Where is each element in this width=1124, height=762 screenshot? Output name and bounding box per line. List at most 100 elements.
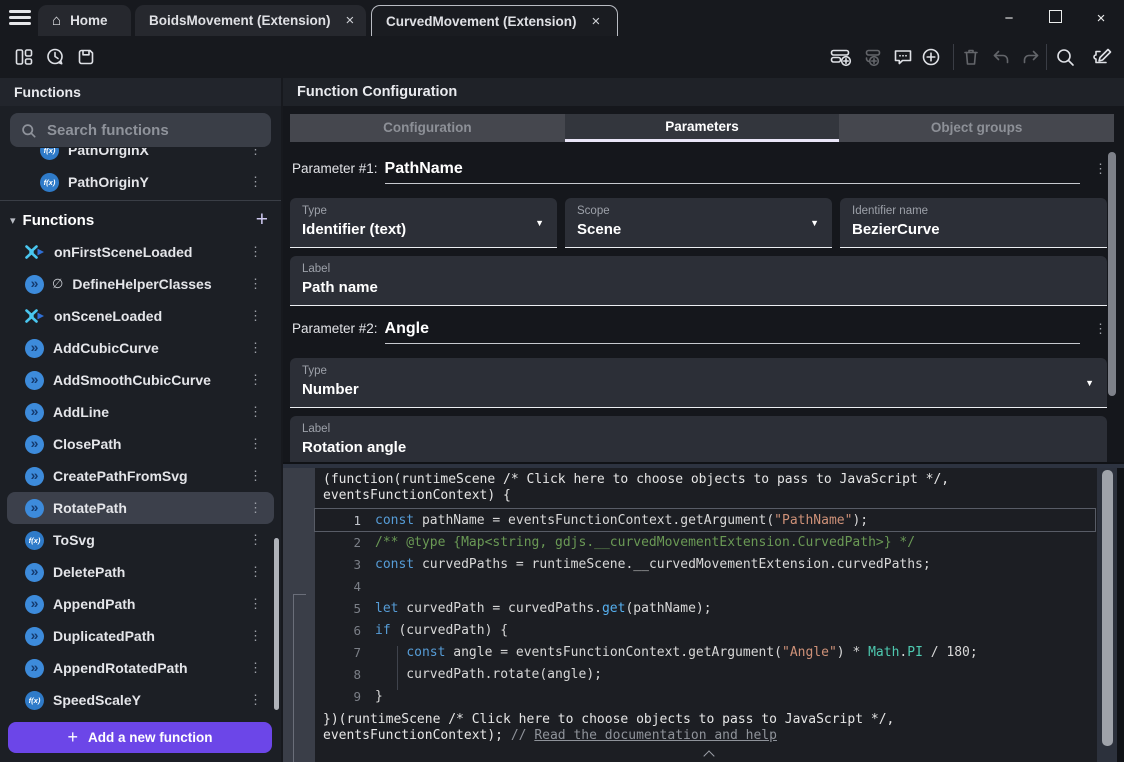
code-line-7[interactable]: 7 const angle = eventsFunctionContext.ge… — [315, 641, 1095, 663]
sidebar-item-ToSvg[interactable]: f(x)ToSvg⋮ — [7, 524, 274, 556]
code-scrollbar-thumb[interactable] — [1102, 470, 1113, 746]
search-icon[interactable] — [1054, 46, 1076, 68]
item-menu-icon[interactable]: ⋮ — [249, 692, 262, 708]
item-menu-icon[interactable]: ⋮ — [249, 500, 262, 516]
item-menu-icon[interactable]: ⋮ — [249, 340, 262, 356]
item-menu-icon[interactable]: ⋮ — [249, 404, 262, 420]
tab-object-groups[interactable]: Object groups — [839, 114, 1114, 142]
add-function-icon[interactable]: + — [256, 208, 268, 232]
action-function-icon: » — [25, 371, 44, 390]
sidebar-item-AddCubicCurve[interactable]: »AddCubicCurve⋮ — [7, 332, 274, 364]
tab-boidsmovement-extension[interactable]: BoidsMovement (Extension) × — [135, 5, 366, 36]
save-icon[interactable] — [75, 46, 97, 68]
search-functions-input[interactable] — [45, 121, 261, 140]
parameter-name-field[interactable]: PathName — [385, 160, 1080, 184]
expand-code-handle[interactable] — [704, 750, 714, 760]
documentation-link[interactable]: Read the documentation and help — [534, 728, 777, 743]
type-select[interactable]: Type Number ▼ — [290, 358, 1107, 408]
close-window-button[interactable]: × — [1078, 10, 1124, 27]
sidebar-item-DuplicatedPath[interactable]: »DuplicatedPath⋮ — [7, 620, 274, 652]
delete-icon[interactable] — [960, 46, 982, 68]
code-header-wrapper[interactable]: (function(runtimeScene /* Click here to … — [315, 468, 1117, 504]
item-menu-icon[interactable]: ⋮ — [249, 628, 262, 644]
scope-select[interactable]: Scope Scene ▼ — [565, 198, 832, 248]
field-value: Scene — [577, 221, 820, 238]
field-value: Number — [302, 381, 1095, 398]
code-body[interactable]: (function(runtimeScene /* Click here to … — [315, 468, 1117, 762]
maximize-button[interactable] — [1032, 10, 1078, 27]
parameters-scrollbar[interactable] — [1108, 152, 1116, 396]
code-line-3[interactable]: 3const curvedPaths = runtimeScene.__curv… — [315, 553, 1095, 575]
item-menu-icon[interactable]: ⋮ — [249, 308, 262, 324]
open-project-manager-icon[interactable] — [13, 46, 35, 68]
item-menu-icon[interactable]: ⋮ — [249, 564, 262, 580]
event-drag-handle[interactable] — [283, 468, 315, 762]
parameter-name-field[interactable]: Angle — [385, 320, 1080, 344]
redo-icon[interactable] — [1020, 46, 1042, 68]
edit-extension-icon[interactable] — [1090, 46, 1112, 68]
sidebar-item-AddLine[interactable]: »AddLine⋮ — [7, 396, 274, 428]
close-tab-icon[interactable]: × — [346, 12, 355, 29]
code-line-9[interactable]: 9} — [315, 685, 1095, 707]
choose-event-icon[interactable] — [920, 46, 942, 68]
sidebar-item-AddSmoothCubicCurve[interactable]: » AddSmoothCubicCurve ⋮ — [7, 364, 274, 396]
item-menu-icon[interactable]: ⋮ — [249, 468, 262, 484]
main-menu-icon[interactable] — [9, 10, 31, 26]
code-line-5[interactable]: 5let curvedPath = curvedPaths.get(pathNa… — [315, 597, 1095, 619]
item-menu-icon[interactable]: ⋮ — [249, 276, 262, 292]
tab-curvedmovement-extension[interactable]: CurvedMovement (Extension) × — [371, 5, 618, 36]
sidebar-item-onSceneLoaded[interactable]: onSceneLoaded⋮ — [7, 300, 274, 332]
add-event-icon[interactable] — [829, 46, 851, 68]
sidebar-item-PathOriginX[interactable]: f(x)PathOriginX⋮ — [7, 148, 274, 166]
divider — [1046, 44, 1047, 70]
code-line-1[interactable]: 1const pathName = eventsFunctionContext.… — [315, 509, 1095, 531]
collapse-caret-icon[interactable]: ▾ — [10, 214, 16, 227]
type-select[interactable]: Type Identifier (text) ▼ — [290, 198, 557, 248]
sidebar-item-AppendRotatedPath[interactable]: »AppendRotatedPath⋮ — [7, 652, 274, 684]
code-footer-wrapper[interactable]: })(runtimeScene /* Click here to choose … — [315, 712, 1117, 744]
sidebar-item-AppendPath[interactable]: »AppendPath⋮ — [7, 588, 274, 620]
add-function-button[interactable]: + Add a new function — [8, 722, 272, 753]
function-name: AddSmoothCubicCurve — [53, 372, 211, 388]
sidebar-item-ClosePath[interactable]: »ClosePath⋮ — [7, 428, 274, 460]
add-subevent-icon[interactable] — [862, 46, 884, 68]
sidebar-item-PathOriginY[interactable]: f(x)PathOriginY⋮ — [7, 166, 274, 198]
code-line-8[interactable]: 8 curvedPath.rotate(angle); — [315, 663, 1095, 685]
item-menu-icon[interactable]: ⋮ — [249, 244, 262, 260]
item-menu-icon[interactable]: ⋮ — [249, 174, 262, 190]
sidebar-item-CreatePathFromSvg[interactable]: »CreatePathFromSvg⋮ — [7, 460, 274, 492]
sidebar-scrollbar[interactable] — [274, 538, 279, 710]
tab-home[interactable]: ⌂ Home — [38, 5, 131, 36]
item-menu-icon[interactable]: ⋮ — [249, 372, 262, 388]
identifier-name-input[interactable]: Identifier name BezierCurve — [840, 198, 1107, 248]
code-scrollbar-track[interactable] — [1097, 468, 1117, 762]
close-tab-icon[interactable]: × — [592, 13, 601, 30]
code-line-6[interactable]: 6if (curvedPath) { — [315, 619, 1095, 641]
add-comment-icon[interactable] — [892, 46, 914, 68]
label-input[interactable]: Label Rotation angle — [290, 416, 1107, 466]
tab-configuration[interactable]: Configuration — [290, 114, 565, 142]
code-line-2[interactable]: 2/** @type {Map<string, gdjs.__curvedMov… — [315, 531, 1095, 553]
undo-icon[interactable] — [990, 46, 1012, 68]
item-menu-icon[interactable]: ⋮ — [249, 660, 262, 676]
version-history-icon[interactable] — [44, 46, 66, 68]
parameter-menu-icon[interactable]: ⋮ — [1094, 321, 1107, 337]
sidebar-item-DefineHelperClasses[interactable]: »∅DefineHelperClasses⋮ — [7, 268, 274, 300]
sidebar-item-SpeedScaleY[interactable]: f(x)SpeedScaleY⋮ — [7, 684, 274, 714]
line-number: 4 — [315, 579, 375, 594]
minimize-button[interactable]: − — [986, 10, 1032, 27]
sidebar-item-onFirstSceneLoaded[interactable]: onFirstSceneLoaded⋮ — [7, 236, 274, 268]
label-input[interactable]: Label Path name — [290, 256, 1107, 306]
tab-parameters[interactable]: Parameters — [565, 114, 840, 142]
search-functions-box[interactable] — [10, 113, 271, 147]
item-menu-icon[interactable]: ⋮ — [249, 596, 262, 612]
function-name: SpeedScaleY — [53, 692, 141, 708]
sidebar-item-DeletePath[interactable]: »DeletePath⋮ — [7, 556, 274, 588]
item-menu-icon[interactable]: ⋮ — [249, 532, 262, 548]
item-menu-icon[interactable]: ⋮ — [249, 148, 262, 158]
item-menu-icon[interactable]: ⋮ — [249, 436, 262, 452]
parameter-menu-icon[interactable]: ⋮ — [1094, 161, 1107, 177]
code-line-4[interactable]: 4 — [315, 575, 1095, 597]
functions-section-header[interactable]: ▾Functions+ — [0, 204, 281, 236]
sidebar-item-RotatePath[interactable]: »RotatePath⋮ — [7, 492, 274, 524]
